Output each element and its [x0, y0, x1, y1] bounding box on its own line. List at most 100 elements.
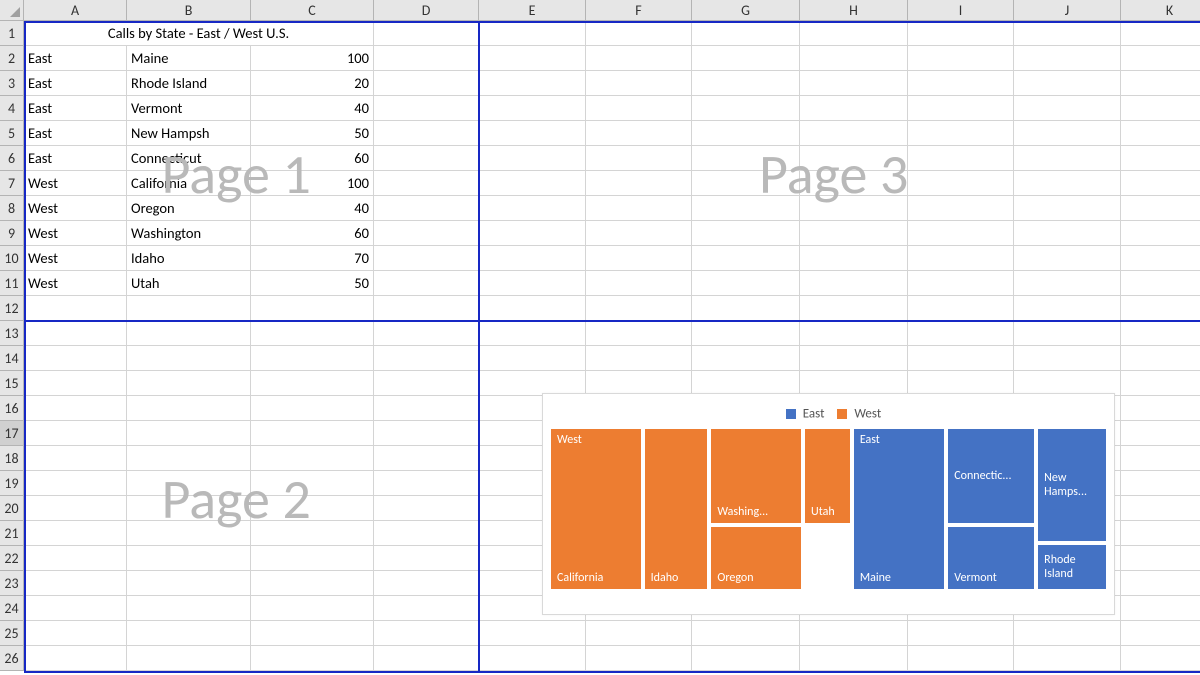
cell-B13[interactable]	[127, 321, 251, 346]
cell-H11[interactable]	[800, 271, 908, 296]
spreadsheet-viewport[interactable]: ABCDEFGHIJK 1234567891011121314151617181…	[0, 0, 1200, 675]
cell-B8[interactable]: Oregon	[127, 196, 251, 221]
cell-A20[interactable]	[24, 496, 127, 521]
cell-J2[interactable]	[1014, 46, 1121, 71]
cell-C14[interactable]	[251, 346, 374, 371]
page-break-vertical[interactable]	[478, 21, 480, 671]
cell-G7[interactable]	[692, 171, 800, 196]
cell-B23[interactable]	[127, 571, 251, 596]
cell-I11[interactable]	[908, 271, 1014, 296]
treemap-chart[interactable]: East West West California Idaho	[542, 393, 1115, 615]
col-header-F[interactable]: F	[586, 0, 692, 21]
cell-K4[interactable]	[1121, 96, 1200, 121]
row-header-7[interactable]: 7	[0, 171, 24, 196]
cell-H7[interactable]	[800, 171, 908, 196]
cell-D9[interactable]	[374, 221, 479, 246]
cell-C11[interactable]: 50	[251, 271, 374, 296]
cell-B6[interactable]: Connecticut	[127, 146, 251, 171]
cell-D20[interactable]	[374, 496, 479, 521]
cell-D14[interactable]	[374, 346, 479, 371]
col-header-A[interactable]: A	[24, 0, 127, 21]
tile-west-utah[interactable]: Utah	[805, 429, 850, 523]
cell-I4[interactable]	[908, 96, 1014, 121]
cell-B22[interactable]	[127, 546, 251, 571]
tile-west-california[interactable]: West California	[551, 429, 641, 589]
cell-I2[interactable]	[908, 46, 1014, 71]
cell-B24[interactable]	[127, 596, 251, 621]
cell-K21[interactable]	[1121, 521, 1200, 546]
cell-K8[interactable]	[1121, 196, 1200, 221]
cell-I10[interactable]	[908, 246, 1014, 271]
col-header-H[interactable]: H	[800, 0, 908, 21]
cell-A18[interactable]	[24, 446, 127, 471]
cell-F7[interactable]	[586, 171, 692, 196]
cell-C5[interactable]: 50	[251, 121, 374, 146]
cell-G8[interactable]	[692, 196, 800, 221]
cell-C19[interactable]	[251, 471, 374, 496]
cell-A6[interactable]: East	[24, 146, 127, 171]
col-header-D[interactable]: D	[374, 0, 479, 21]
cell-K14[interactable]	[1121, 346, 1200, 371]
row-header-14[interactable]: 14	[0, 346, 24, 371]
cell-F2[interactable]	[586, 46, 692, 71]
cell-D6[interactable]	[374, 146, 479, 171]
cell-F5[interactable]	[586, 121, 692, 146]
cell-D11[interactable]	[374, 271, 479, 296]
cell-A1[interactable]: Calls by State - East / West U.S.	[24, 21, 374, 46]
row-header-23[interactable]: 23	[0, 571, 24, 596]
cell-H9[interactable]	[800, 221, 908, 246]
cell-F1[interactable]	[586, 21, 692, 46]
cell-E8[interactable]	[479, 196, 586, 221]
cell-C22[interactable]	[251, 546, 374, 571]
cell-D5[interactable]	[374, 121, 479, 146]
cell-A15[interactable]	[24, 371, 127, 396]
cell-E5[interactable]	[479, 121, 586, 146]
cell-K26[interactable]	[1121, 646, 1200, 671]
cell-E6[interactable]	[479, 146, 586, 171]
cell-D12[interactable]	[374, 296, 479, 321]
cell-C10[interactable]: 70	[251, 246, 374, 271]
cell-D10[interactable]	[374, 246, 479, 271]
cell-B21[interactable]	[127, 521, 251, 546]
row-header-15[interactable]: 15	[0, 371, 24, 396]
cell-I13[interactable]	[908, 321, 1014, 346]
cell-G14[interactable]	[692, 346, 800, 371]
cell-D7[interactable]	[374, 171, 479, 196]
cell-K9[interactable]	[1121, 221, 1200, 246]
cell-F25[interactable]	[586, 621, 692, 646]
cell-A19[interactable]	[24, 471, 127, 496]
cell-K23[interactable]	[1121, 571, 1200, 596]
cell-D4[interactable]	[374, 96, 479, 121]
cell-F6[interactable]	[586, 146, 692, 171]
cell-I9[interactable]	[908, 221, 1014, 246]
cell-F12[interactable]	[586, 296, 692, 321]
cell-K3[interactable]	[1121, 71, 1200, 96]
cell-E4[interactable]	[479, 96, 586, 121]
cell-F10[interactable]	[586, 246, 692, 271]
page-break-horizontal[interactable]	[24, 320, 1200, 322]
cell-C23[interactable]	[251, 571, 374, 596]
cell-C2[interactable]: 100	[251, 46, 374, 71]
cell-I12[interactable]	[908, 296, 1014, 321]
tile-east-vermont[interactable]: Vermont	[948, 527, 1034, 589]
cell-J5[interactable]	[1014, 121, 1121, 146]
cell-B19[interactable]	[127, 471, 251, 496]
tile-east-new-hampshire[interactable]: New Hamps...	[1038, 429, 1106, 540]
cell-B18[interactable]	[127, 446, 251, 471]
tile-west-idaho[interactable]: Idaho	[645, 429, 708, 589]
cell-J12[interactable]	[1014, 296, 1121, 321]
tile-east-maine[interactable]: East Maine	[854, 429, 944, 589]
cell-H10[interactable]	[800, 246, 908, 271]
cell-A9[interactable]: West	[24, 221, 127, 246]
cell-B16[interactable]	[127, 396, 251, 421]
cell-K5[interactable]	[1121, 121, 1200, 146]
cell-C9[interactable]: 60	[251, 221, 374, 246]
row-header-8[interactable]: 8	[0, 196, 24, 221]
cell-K12[interactable]	[1121, 296, 1200, 321]
cell-F8[interactable]	[586, 196, 692, 221]
cell-K7[interactable]	[1121, 171, 1200, 196]
cell-C17[interactable]	[251, 421, 374, 446]
cell-A4[interactable]: East	[24, 96, 127, 121]
cell-A5[interactable]: East	[24, 121, 127, 146]
cell-A14[interactable]	[24, 346, 127, 371]
